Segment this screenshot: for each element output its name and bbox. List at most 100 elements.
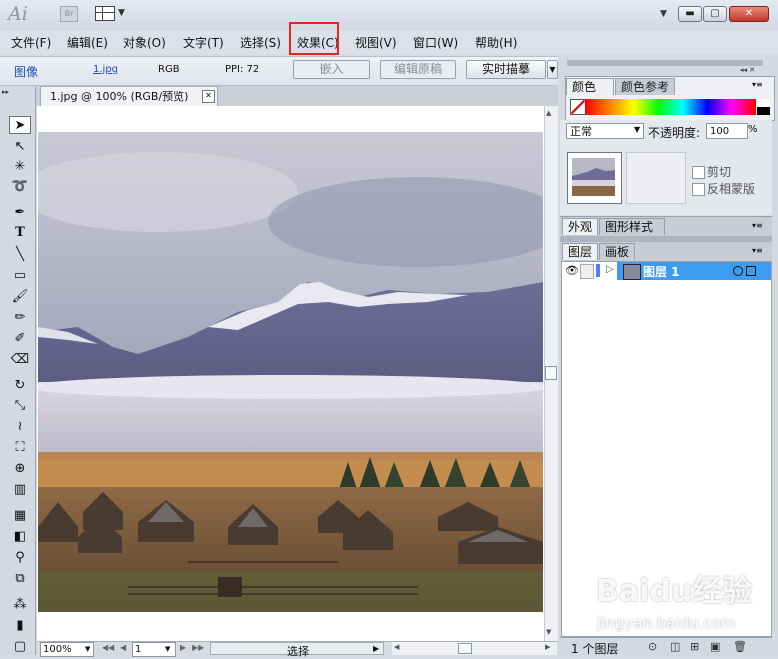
lock-toggle[interactable] (580, 264, 594, 279)
scroll-right-icon[interactable]: ▶ (545, 643, 550, 651)
live-trace-button[interactable]: 实时描摹 (466, 60, 546, 79)
clip-checkbox[interactable] (692, 166, 705, 179)
first-artboard-icon[interactable]: ◀◀ (102, 643, 114, 652)
menu-type[interactable]: 文字(T) (183, 34, 224, 51)
blend-mode-dropdown[interactable]: 正常 (566, 123, 644, 139)
shape-builder-tool-icon[interactable]: ⊕ (9, 460, 31, 478)
pen-tool-icon[interactable]: ✒ (9, 204, 31, 222)
scroll-up-icon[interactable]: ▲ (546, 109, 551, 117)
layer-color-indicator (596, 264, 600, 277)
edit-original-button[interactable]: 编辑原稿 (380, 60, 456, 79)
lasso-tool-icon[interactable]: ➰ (9, 178, 31, 196)
selection-tool-icon[interactable]: ➤ (9, 116, 31, 134)
menu-edit[interactable]: 编辑(E) (67, 34, 108, 51)
workspace-chevron-down-icon[interactable]: ▼ (660, 9, 667, 19)
target-circle-icon[interactable] (733, 266, 743, 276)
none-swatch-icon[interactable] (570, 99, 586, 115)
layer-thumbnail (623, 264, 641, 280)
maximize-button[interactable]: ▢ (703, 6, 727, 22)
arrange-documents-icon[interactable] (95, 6, 115, 21)
graph-tool-icon[interactable]: ▥ (9, 481, 31, 499)
type-tool-icon[interactable]: T (9, 224, 31, 242)
status-tool-menu[interactable]: 选择 ▶ (210, 642, 384, 658)
direct-selection-tool-icon[interactable]: ↖ (9, 138, 31, 156)
tools-collapse-icon[interactable]: ▸▸ (2, 88, 32, 96)
illustrator-logo: Ai (8, 3, 28, 25)
zoom-level-value: 100% (43, 644, 72, 655)
opacity-unit: % (748, 124, 758, 135)
tab-color[interactable]: 颜色 (566, 78, 614, 95)
menu-file[interactable]: 文件(F) (11, 34, 51, 51)
new-layer-icon[interactable]: ▣ (710, 640, 720, 653)
expand-triangle-icon[interactable]: ▷ (606, 264, 614, 275)
chevron-down-icon[interactable]: ▼ (634, 125, 640, 134)
horizontal-scroll-thumb[interactable] (458, 643, 472, 654)
tab-graphic-styles[interactable]: 图形样式 (599, 218, 665, 235)
collapse-panels-icon[interactable]: ◂◂ ✕ (740, 66, 755, 74)
rotate-tool-icon[interactable]: ↻ (9, 377, 31, 395)
mask-thumbnail-slot[interactable] (626, 152, 686, 204)
menu-help[interactable]: 帮助(H) (475, 34, 517, 51)
live-trace-options-chevron-icon[interactable]: ▼ (547, 60, 558, 79)
menu-object[interactable]: 对象(O) (123, 34, 166, 51)
prev-artboard-icon[interactable]: ◀ (120, 643, 126, 652)
blob-brush-tool-icon[interactable]: ✐ (9, 330, 31, 348)
embed-button[interactable]: 嵌入 (293, 60, 370, 79)
collapsed-panel-bar[interactable] (567, 60, 763, 66)
line-tool-icon[interactable]: ╲ (9, 246, 31, 264)
clipping-mask-icon[interactable]: ◫ (670, 640, 680, 653)
rectangle-tool-icon[interactable]: ▭ (9, 267, 31, 285)
linked-file-link[interactable]: 1.jpg (93, 64, 118, 75)
menu-view[interactable]: 视图(V) (355, 34, 397, 51)
close-tab-icon[interactable]: ✕ (202, 90, 215, 103)
tab-appearance[interactable]: 外观 (562, 218, 598, 235)
chevron-down-icon[interactable]: ▼ (118, 8, 125, 18)
play-icon: ▶ (373, 644, 380, 653)
eyedropper-tool-icon[interactable]: ⚲ (9, 549, 31, 567)
minimize-button[interactable]: ▬ (678, 6, 702, 22)
scroll-down-icon[interactable]: ▼ (546, 628, 551, 636)
menu-select[interactable]: 选择(S) (240, 34, 281, 51)
close-button[interactable]: ✕ (729, 6, 769, 22)
gradient-tool-icon[interactable]: ◧ (9, 528, 31, 546)
panel-menu-icon[interactable]: ▾≡ (752, 80, 763, 89)
invert-mask-checkbox[interactable] (692, 183, 705, 196)
menu-window[interactable]: 窗口(W) (413, 34, 458, 51)
new-sublayer-icon[interactable]: ⊞ (690, 640, 699, 653)
delete-layer-icon[interactable]: 🗑 (733, 640, 747, 653)
panel-menu-icon[interactable]: ▾≡ (752, 221, 763, 230)
black-white-swatch[interactable] (757, 99, 770, 115)
bridge-button[interactable]: Br (60, 6, 78, 22)
free-transform-tool-icon[interactable]: ⛶ (9, 439, 31, 457)
magic-wand-tool-icon[interactable]: ✳ (9, 158, 31, 176)
blend-tool-icon[interactable]: ⧉ (9, 570, 31, 588)
next-artboard-icon[interactable]: ▶ (180, 643, 186, 652)
panel-menu-icon[interactable]: ▾≡ (752, 246, 763, 255)
scale-tool-icon[interactable]: ⤡ (9, 397, 31, 415)
tab-artboards[interactable]: 画板 (599, 243, 635, 260)
document-tab[interactable]: 1.jpg @ 100% (RGB/预览) (40, 86, 218, 106)
mesh-tool-icon[interactable]: ▦ (9, 507, 31, 525)
paintbrush-tool-icon[interactable]: 🖌 (9, 288, 31, 306)
ppi-label: PPI: 72 (225, 64, 260, 75)
last-artboard-icon[interactable]: ▶▶ (192, 643, 204, 652)
tab-layers[interactable]: 图层 (562, 243, 598, 260)
horizontal-scrollbar[interactable] (392, 642, 557, 655)
pencil-tool-icon[interactable]: ✏ (9, 309, 31, 327)
vertical-scroll-thumb[interactable] (545, 366, 557, 380)
artboard-tool-icon[interactable]: ▢ (9, 638, 31, 656)
selection-square-icon[interactable] (746, 266, 756, 276)
symbol-sprayer-tool-icon[interactable]: ⁂ (9, 596, 31, 614)
color-spectrum-bar[interactable] (585, 99, 756, 115)
color-mode-label: RGB (158, 64, 180, 75)
locate-object-icon[interactable]: ⊙ (648, 640, 657, 653)
visibility-eye-icon[interactable]: 👁 (565, 264, 579, 277)
layer-name[interactable]: 图层 1 (643, 263, 680, 280)
scroll-left-icon[interactable]: ◀ (394, 643, 399, 651)
placed-landscape-image[interactable] (38, 132, 543, 612)
warp-tool-icon[interactable]: ≀ (9, 418, 31, 436)
tab-color-guide[interactable]: 颜色参考 (615, 78, 675, 95)
column-graph-tool-icon[interactable]: ▮ (9, 617, 31, 635)
opacity-input[interactable]: 100 (706, 123, 748, 139)
eraser-tool-icon[interactable]: ⌫ (9, 351, 31, 369)
